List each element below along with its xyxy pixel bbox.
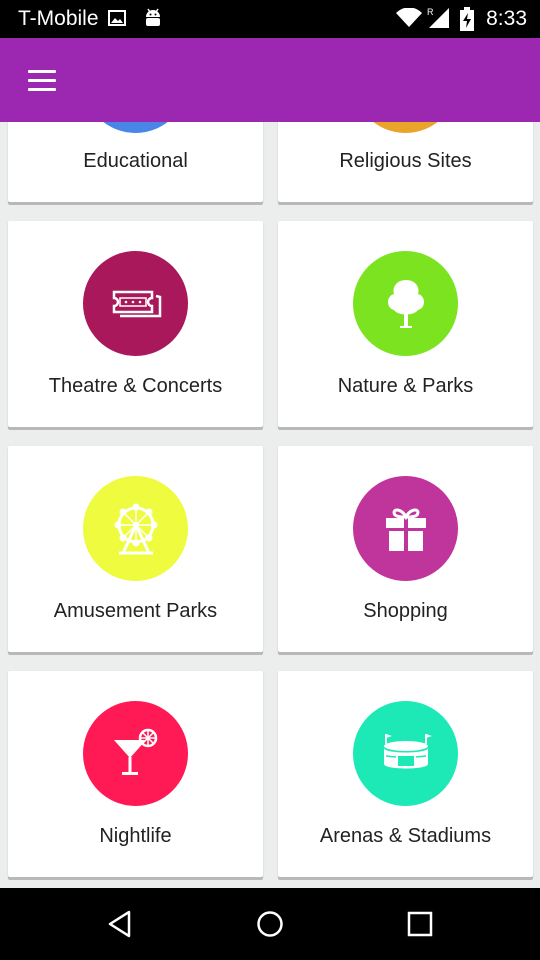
app-bar [0,38,540,122]
category-label: Theatre & Concerts [48,375,223,397]
category-circle [83,701,188,806]
image-icon [108,9,126,32]
category-circle [353,701,458,806]
cocktail-icon [113,728,157,775]
category-circle [353,122,458,133]
home-icon[interactable] [250,906,290,942]
category-grid: Educational Religious Sites Theatre & Co… [0,122,540,888]
category-label: Educational [83,150,188,172]
stadium-icon [383,733,432,768]
category-circle [353,476,458,581]
tree-icon [387,279,424,328]
signal-icon: R [427,6,451,35]
category-circle [353,251,458,356]
ticket-icon [112,290,161,317]
category-card-religious-sites[interactable]: Religious Sites [278,122,533,202]
category-card-nature-parks[interactable]: Nature & Parks [278,221,533,427]
wifi-icon [396,7,422,33]
ferris-wheel-icon [114,503,157,554]
category-circle [83,251,188,356]
system-navigation-bar [0,888,540,960]
status-bar: T-Mobile R 8:33 [0,0,540,38]
gift-icon [385,508,426,551]
back-icon[interactable] [100,906,140,942]
battery-charging-icon [460,7,474,36]
category-label: Nature & Parks [337,375,474,397]
recents-icon[interactable] [400,906,440,942]
category-label: Amusement Parks [53,600,218,622]
category-label: Arenas & Stadiums [319,825,492,847]
clock: 8:33 [486,7,527,30]
category-circle [83,122,188,133]
hamburger-menu-icon[interactable] [22,62,62,98]
category-card-theatre-concerts[interactable]: Theatre & Concerts [8,221,263,427]
category-card-educational[interactable]: Educational [8,122,263,202]
category-card-arenas-stadiums[interactable]: Arenas & Stadiums [278,671,533,877]
category-card-nightlife[interactable]: Nightlife [8,671,263,877]
category-label: Religious Sites [339,150,472,172]
android-icon [143,6,163,35]
roaming-marker: R [427,7,434,17]
category-label: Nightlife [99,825,172,847]
category-card-amusement-parks[interactable]: Amusement Parks [8,446,263,652]
category-circle [83,476,188,581]
carrier-name: T-Mobile [18,7,99,30]
category-card-shopping[interactable]: Shopping [278,446,533,652]
category-label: Shopping [363,600,448,622]
